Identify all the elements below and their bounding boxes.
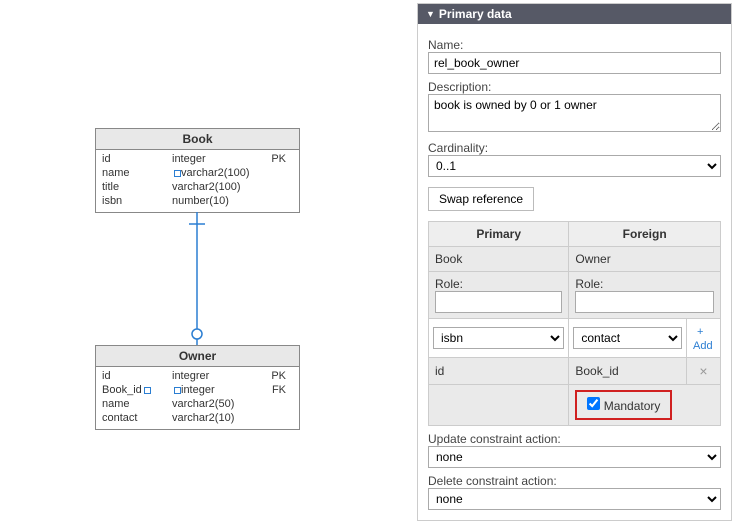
erd-canvas: Book idintegerPK namevarchar2(100) title… xyxy=(0,0,415,530)
mapping-foreign-col: Book_id xyxy=(569,358,687,385)
update-action-select[interactable]: none xyxy=(428,446,721,468)
fk-marker-icon xyxy=(174,170,181,177)
foreign-entity-cell: Owner xyxy=(569,247,721,272)
caret-down-icon: ▼ xyxy=(426,9,435,19)
table-row: namevarchar2(100) xyxy=(102,166,293,180)
cardinality-select[interactable]: 0..1 xyxy=(428,155,721,177)
foreign-role-cell: Role: xyxy=(569,272,721,319)
foreign-role-field[interactable] xyxy=(575,291,714,313)
swap-reference-button[interactable]: Swap reference xyxy=(428,187,534,211)
mapping-primary-col: id xyxy=(429,358,569,385)
mandatory-label: Mandatory xyxy=(604,399,661,413)
table-row: isbnnumber(10) xyxy=(102,194,293,208)
cardinality-label: Cardinality: xyxy=(428,141,721,155)
entity-book-body: idintegerPK namevarchar2(100) titlevarch… xyxy=(96,150,299,212)
primary-role-field[interactable] xyxy=(435,291,562,313)
table-row: contactvarchar2(10) xyxy=(102,411,293,425)
mandatory-checkbox[interactable] xyxy=(587,397,600,410)
update-action-label: Update constraint action: xyxy=(428,432,721,446)
table-row: titlevarchar2(100) xyxy=(102,180,293,194)
primary-header: Primary xyxy=(429,222,569,247)
foreign-header: Foreign xyxy=(569,222,721,247)
relationship-connector xyxy=(0,0,415,530)
fk-marker-icon xyxy=(144,387,151,394)
remove-mapping-button[interactable]: × xyxy=(699,363,707,379)
entity-book-title: Book xyxy=(96,129,299,150)
add-mapping-button[interactable]: + Add xyxy=(693,326,713,352)
foreign-column-select[interactable]: contact xyxy=(573,327,682,349)
panel-header[interactable]: ▼ Primary data xyxy=(418,4,731,24)
name-field[interactable] xyxy=(428,52,721,74)
properties-panel: ▼ Primary data Name: Description: Cardin… xyxy=(417,3,732,521)
table-row: idintegerPK xyxy=(102,152,293,166)
table-row: namevarchar2(50) xyxy=(102,397,293,411)
name-label: Name: xyxy=(428,38,721,52)
delete-action-label: Delete constraint action: xyxy=(428,474,721,488)
mandatory-highlight: Mandatory xyxy=(575,390,672,420)
delete-action-select[interactable]: none xyxy=(428,488,721,510)
table-row: idintegrerPK xyxy=(102,369,293,383)
fk-marker-icon xyxy=(174,387,181,394)
role-label: Role: xyxy=(575,277,714,291)
panel-title: Primary data xyxy=(439,7,512,21)
entity-owner-body: idintegrerPK Book_idintegerFK namevarcha… xyxy=(96,367,299,429)
reference-table: Primary Foreign Book Owner Role: Role: xyxy=(428,221,721,426)
entity-book[interactable]: Book idintegerPK namevarchar2(100) title… xyxy=(95,128,300,213)
description-label: Description: xyxy=(428,80,721,94)
primary-column-select[interactable]: isbn xyxy=(433,327,564,349)
entity-owner-title: Owner xyxy=(96,346,299,367)
table-row: Book_idintegerFK xyxy=(102,383,293,397)
entity-owner[interactable]: Owner idintegrerPK Book_idintegerFK name… xyxy=(95,345,300,430)
description-field[interactable] xyxy=(428,94,721,132)
role-label: Role: xyxy=(435,277,562,291)
primary-entity-cell: Book xyxy=(429,247,569,272)
primary-role-cell: Role: xyxy=(429,272,569,319)
